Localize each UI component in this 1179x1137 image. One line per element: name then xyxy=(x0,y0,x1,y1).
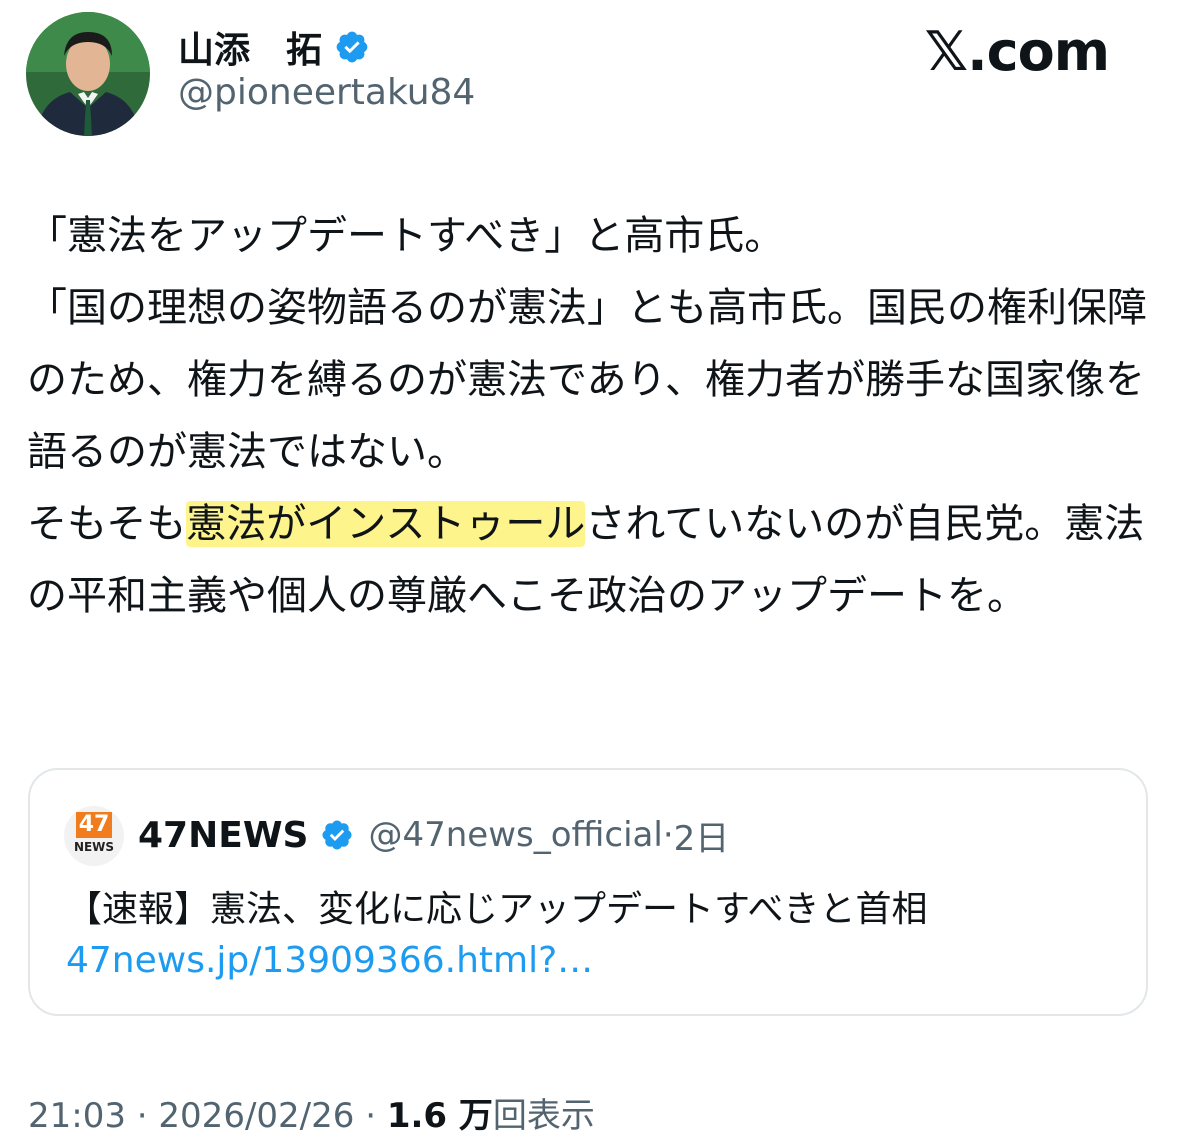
quoted-tweet-link[interactable]: 47news.jp/13909366.html?… xyxy=(66,940,593,981)
author-handle[interactable]: @pioneertaku84 xyxy=(178,72,475,113)
view-count-label: 回表示 xyxy=(492,1096,595,1136)
author-avatar[interactable] xyxy=(26,12,150,136)
author-name-row: 山添 拓 xyxy=(178,22,370,72)
logo-news-word: NEWS xyxy=(73,840,115,854)
quoted-author-name[interactable]: 47NEWS xyxy=(138,815,308,856)
verified-badge-icon xyxy=(322,820,352,850)
meta-separator: · xyxy=(365,1096,377,1136)
tweet-text: 「憲法をアップデートすべき」と高市氏。 「国の理想の姿物語るのが憲法」とも高市氏… xyxy=(27,200,1157,632)
quoted-tweet-age: 2日 xyxy=(673,818,730,859)
avatar-image xyxy=(26,12,150,136)
tweet-date[interactable]: 2026/02/26 xyxy=(158,1096,354,1136)
tweet-footer: 21:03 · 2026/02/26 · 1.6 万回表示 xyxy=(28,1088,595,1137)
quoted-tweet-text: 【速報】憲法、変化に応じアップデートすべきと首相 xyxy=(66,889,928,930)
author-display-name[interactable]: 山添 拓 xyxy=(178,21,322,73)
verified-badge-icon xyxy=(336,31,368,63)
x-logo: 𝕏.com xyxy=(924,20,1110,83)
quoted-author-handle[interactable]: @47news_official xyxy=(368,815,662,855)
tweet-paragraph: そもそも憲法がインストゥールされていないのが自民党。憲法の平和主義や個人の尊厳へ… xyxy=(27,488,1157,632)
quoted-author-avatar[interactable]: 47 NEWS xyxy=(64,806,124,866)
meta-separator: · xyxy=(662,815,674,855)
tweet-paragraph: 「国の理想の姿物語るのが憲法」とも高市氏。国民の権利保障のため、権力を縛るのが憲… xyxy=(27,285,1147,475)
meta-separator: · xyxy=(136,1096,148,1136)
tweet-text-segment: そもそも xyxy=(27,501,187,547)
highlighted-text: 憲法がインストゥール xyxy=(186,501,586,547)
quoted-tweet-header: 47NEWS @47news_official · 2日 xyxy=(138,810,729,860)
logo-47-mark: 47 xyxy=(76,812,112,838)
quoted-tweet-card[interactable]: 47 NEWS 47NEWS @47news_official · 2日 【速報… xyxy=(28,768,1148,1016)
tweet-time: 21:03 xyxy=(28,1096,126,1136)
view-count: 1.6 万 xyxy=(386,1096,493,1136)
tweet-paragraph: 「憲法をアップデートすべき」と高市氏。 xyxy=(27,213,785,259)
